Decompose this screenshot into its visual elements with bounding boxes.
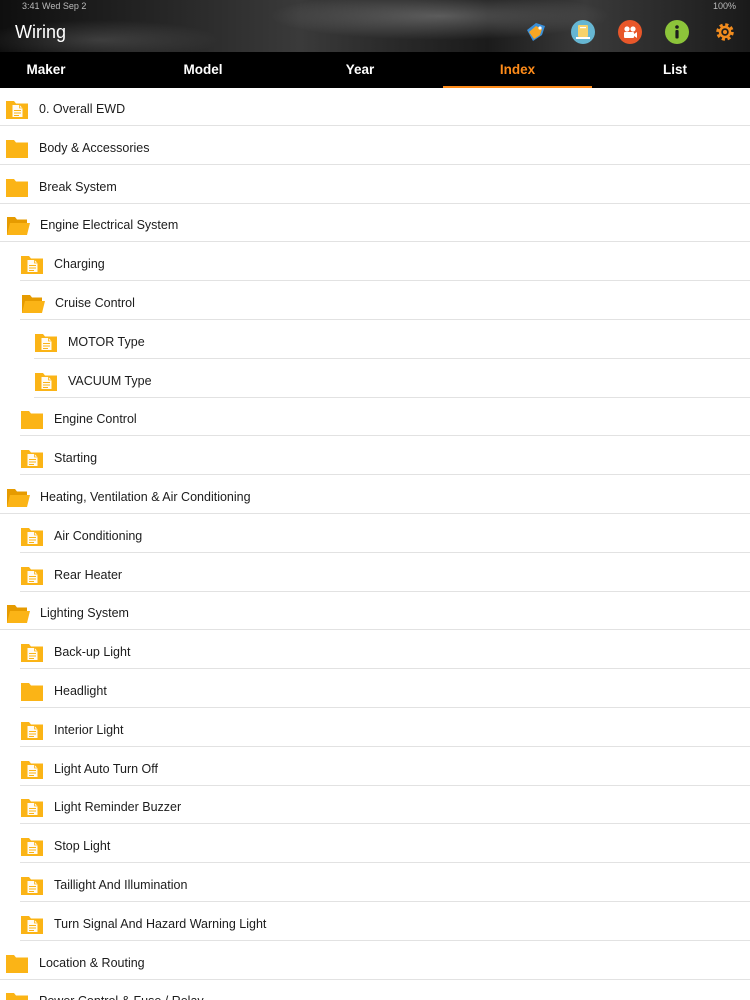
tree-item-row[interactable]: Power Control & Fuse / Relay — [0, 980, 750, 1000]
tree-item-row[interactable]: Back-up Light — [0, 631, 750, 670]
tree-item-label: Interior Light — [54, 722, 124, 737]
tree-item-row[interactable]: Taillight And Illumination — [0, 864, 750, 902]
tree-item-label: MOTOR Type — [68, 334, 145, 349]
tree-item-label: Charging — [54, 257, 105, 272]
closed-folder-icon — [20, 407, 44, 431]
tab-maker[interactable]: Maker — [0, 52, 92, 88]
app-title: Wiring — [15, 22, 67, 42]
document-folder-icon — [5, 97, 29, 121]
document-folder-icon — [20, 718, 44, 742]
tree-item-label: Headlight — [54, 684, 107, 698]
document-folder-icon — [20, 446, 44, 470]
tree-item-label: Taillight And Illumination — [54, 878, 188, 892]
tree-item-row[interactable]: Air Conditioning — [0, 515, 750, 553]
document-folder-icon — [20, 834, 44, 858]
tree-item-label: Engine Control — [54, 412, 137, 427]
tree-item-row[interactable]: Engine Electrical System — [0, 204, 750, 243]
tree-item-label: Location & Routing — [39, 955, 145, 970]
tree-item-row[interactable]: Headlight — [0, 670, 750, 708]
document-folder-icon — [20, 873, 44, 897]
document-folder-icon — [20, 757, 44, 781]
tree-item-row[interactable]: MOTOR Type — [0, 321, 750, 359]
open-folder-icon — [6, 601, 30, 625]
tree-item-label: Light Auto Turn Off — [54, 761, 159, 776]
tree-item-label: Turn Signal And Hazard Warning Light — [54, 916, 267, 931]
tree-item-row[interactable]: VACUUM Type — [0, 360, 750, 398]
tree-item-label: 0. Overall EWD — [39, 102, 126, 116]
tab-label: Maker — [26, 62, 66, 77]
tree-item-row[interactable]: Stop Light — [0, 825, 750, 864]
tree-item-row[interactable]: Light Auto Turn Off — [0, 748, 750, 786]
tree-item-row[interactable]: Lighting System — [0, 592, 750, 631]
tab-label: Year — [345, 62, 375, 77]
tree-item-row[interactable]: Cruise Control — [0, 282, 750, 320]
index-tree-list: 0. Overall EWD Body & Accessories Break Sy… — [0, 88, 750, 1000]
closed-folder-icon — [5, 951, 29, 975]
tree-item-row[interactable]: Turn Signal And Hazard Warning Light — [0, 903, 750, 941]
tab-label: List — [662, 62, 687, 77]
tree-item-row[interactable]: Heating, Ventilation & Air Conditioning — [0, 476, 750, 514]
document-folder-icon — [20, 795, 44, 819]
open-folder-icon — [21, 291, 45, 315]
tree-item-row[interactable]: Interior Light — [0, 709, 750, 747]
tree-item-label: Air Conditioning — [54, 528, 143, 543]
document-folder-icon — [20, 252, 44, 276]
tree-item-label: Light Reminder Buzzer — [54, 800, 182, 815]
info-icon[interactable] — [665, 20, 689, 44]
tree-item-label: Power Control & Fuse / Relay — [39, 980, 204, 1000]
tab-index[interactable]: Index — [443, 52, 592, 88]
closed-folder-icon — [20, 679, 44, 703]
book-icon[interactable] — [571, 20, 595, 44]
document-folder-icon — [34, 330, 58, 354]
tree-item-row[interactable]: Body & Accessories — [0, 127, 750, 165]
closed-folder-icon — [5, 175, 29, 199]
tree-item-label: Engine Electrical System — [40, 218, 179, 233]
status-bar-time: 3:41 Wed Sep 2 — [22, 1, 87, 11]
document-folder-icon — [20, 912, 44, 936]
tree-item-row[interactable]: 0. Overall EWD — [0, 88, 750, 126]
tree-item-label: Lighting System — [40, 606, 129, 621]
tag-icon[interactable] — [524, 20, 548, 44]
closed-folder-icon — [5, 989, 29, 1000]
document-folder-icon — [34, 369, 58, 393]
settings-gear-icon[interactable] — [713, 20, 737, 44]
tree-item-row[interactable]: Light Reminder Buzzer — [0, 786, 750, 825]
video-camera-icon[interactable] — [618, 20, 642, 44]
tree-item-label: Body & Accessories — [39, 140, 150, 155]
document-folder-icon — [20, 640, 44, 664]
document-folder-icon — [20, 563, 44, 587]
tree-item-label: VACUUM Type — [68, 373, 152, 388]
tab-label: Model — [183, 62, 223, 77]
app-header: 3:41 Wed Sep 2 100% Wiring — [0, 0, 750, 52]
tree-item-label: Starting — [54, 451, 98, 466]
tree-item-row[interactable]: Location & Routing — [0, 942, 750, 980]
open-folder-icon — [6, 213, 30, 237]
tree-item-label: Rear Heater — [54, 567, 123, 582]
tree-item-row[interactable]: Break System — [0, 166, 750, 204]
tab-model[interactable]: Model — [128, 52, 278, 88]
tree-item-label: Back-up Light — [54, 645, 131, 660]
tree-item-row[interactable]: Starting — [0, 437, 750, 476]
tree-item-row[interactable]: Rear Heater — [0, 554, 750, 592]
tree-item-label: Cruise Control — [55, 296, 135, 310]
status-bar-battery: 100% — [712, 1, 736, 11]
tree-item-label: Heating, Ventilation & Air Conditioning — [40, 490, 251, 504]
open-folder-icon — [6, 485, 30, 509]
tab-list[interactable]: List — [600, 52, 750, 88]
tab-year[interactable]: Year — [285, 52, 435, 88]
tree-item-row[interactable]: Charging — [0, 243, 750, 282]
closed-folder-icon — [5, 136, 29, 160]
document-folder-icon — [20, 524, 44, 548]
tab-label: Index — [499, 62, 536, 77]
tree-item-row[interactable]: Engine Control — [0, 398, 750, 437]
tab-bar: Maker Model Year Index List — [0, 52, 750, 88]
tree-item-label: Stop Light — [54, 839, 111, 854]
tree-item-label: Break System — [39, 179, 117, 194]
